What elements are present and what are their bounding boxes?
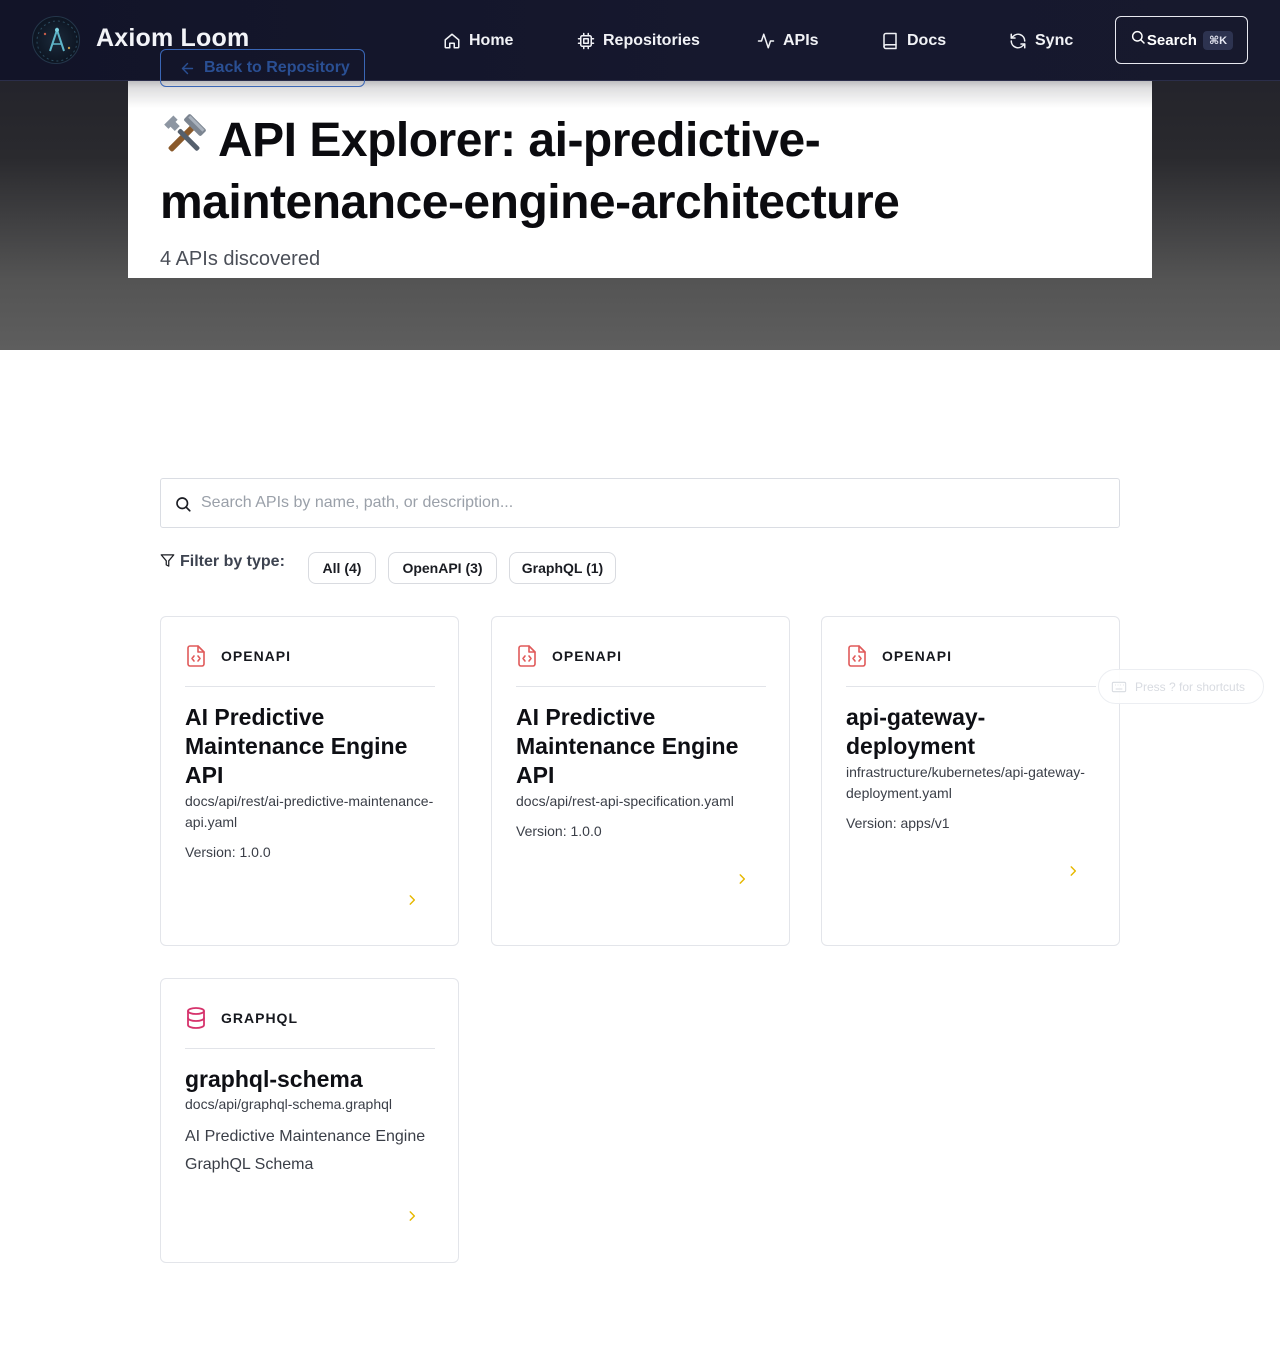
nav-sync-label: Sync [1035,32,1074,49]
nav-home-label: Home [469,32,514,49]
file-code-icon [187,645,205,667]
search-button-label: Search [1146,31,1197,49]
nav-apis-label: APIs [783,32,819,49]
api-card[interactable]: OPENAPI AI Predictive Maintenance Engine… [491,616,790,946]
back-to-repository-button[interactable]: Back to Repository [160,49,365,87]
page-title-text: API Explorer: ai-predictive-maintenance-… [160,114,900,229]
card-type-label: OPENAPI [882,648,953,664]
api-card[interactable]: OPENAPI AI Predictive Maintenance Engine… [160,616,459,946]
card-title: api-gateway-deployment [846,704,986,759]
api-card[interactable]: GRAPHQL graphql-schema docs/api/graphql-… [160,978,459,1263]
card-path: docs/api/rest-api-specification.yaml [516,793,734,809]
filter-label-text: Filter by type: [180,553,285,570]
chevron-right-icon [1070,866,1077,876]
card-type-row: OPENAPI [516,644,622,668]
shortcut-hint-text: Press ? for shortcuts [1135,679,1246,694]
nav-repositories[interactable]: Repositories [577,29,700,53]
arrow-left-icon [181,62,194,74]
nav-home[interactable]: Home [443,29,513,53]
file-code-icon [518,645,536,667]
card-path: docs/api/rest/ai-predictive-maintenance-… [185,793,434,830]
home-icon [444,33,460,49]
card-version: Version: 1.0.0 [516,823,602,839]
card-type-row: OPENAPI [846,644,952,668]
card-type-label: OPENAPI [221,648,292,664]
filter-chip-all[interactable]: All (4) [308,552,376,584]
keyboard-shortcut-hint[interactable]: Press ? for shortcuts [1098,669,1264,704]
chevron-right-icon [739,874,746,884]
nav-repositories-label: Repositories [603,32,700,49]
search-icon [1131,30,1145,44]
back-button-label: Back to Repository [204,59,350,76]
card-type-label: GRAPHQL [221,1010,298,1026]
filter-chip-openapi[interactable]: OpenAPI (3) [388,552,497,584]
nav-apis[interactable]: APIs [757,29,819,53]
search-shortcut-badge: ⌘K [1202,30,1234,50]
chevron-right-icon [409,1211,416,1221]
filter-label: Filter by type: [160,553,285,571]
card-path: infrastructure/kubernetes/api-gateway-de… [846,764,1085,801]
keyboard-icon [1111,681,1127,692]
page-title: API Explorer: ai-predictive-maintenance-… [160,112,1120,232]
activity-icon [757,33,775,49]
api-search-box[interactable] [160,478,1120,528]
title-panel: Back to Repository API Explorer: ai-pred… [128,48,1152,278]
api-search-input[interactable] [201,479,1101,527]
card-type-label: OPENAPI [552,648,623,664]
card-divider [516,686,766,687]
card-title: AI Predictive Maintenance Engine API [185,704,408,788]
chevron-right-icon [409,895,416,905]
file-code-icon [848,645,866,667]
card-version: Version: 1.0.0 [185,844,271,860]
search-icon [176,497,191,512]
nav-sync[interactable]: Sync [1009,29,1073,53]
book-icon [883,32,897,50]
card-type-row: OPENAPI [185,644,291,668]
global-search-button[interactable]: Search ⌘K [1115,16,1248,64]
card-divider [185,686,435,687]
tools-emoji-icon [160,112,208,174]
nav-docs-label: Docs [907,32,947,49]
card-type-row: GRAPHQL [185,1006,298,1030]
card-title: AI Predictive Maintenance Engine API [516,704,739,788]
filter-chip-graphql[interactable]: GraphQL (1) [509,552,616,584]
card-divider [846,686,1096,687]
chip-icon [577,32,595,50]
card-divider [185,1048,435,1049]
card-description: AI Predictive Maintenance Engine GraphQL… [185,1128,426,1173]
card-version: Version: apps/v1 [846,815,950,831]
filter-icon [160,553,175,567]
database-icon [187,1007,205,1029]
axiom-loom-logo[interactable] [32,16,80,64]
api-card[interactable]: OPENAPI api-gateway-deployment infrastru… [821,616,1120,946]
card-title: graphql-schema [185,1066,363,1092]
nav-docs[interactable]: Docs [881,29,946,53]
api-count-subtitle: 4 APIs discovered [160,248,321,270]
refresh-icon [1010,33,1026,49]
card-path: docs/api/graphql-schema.graphql [185,1096,393,1112]
